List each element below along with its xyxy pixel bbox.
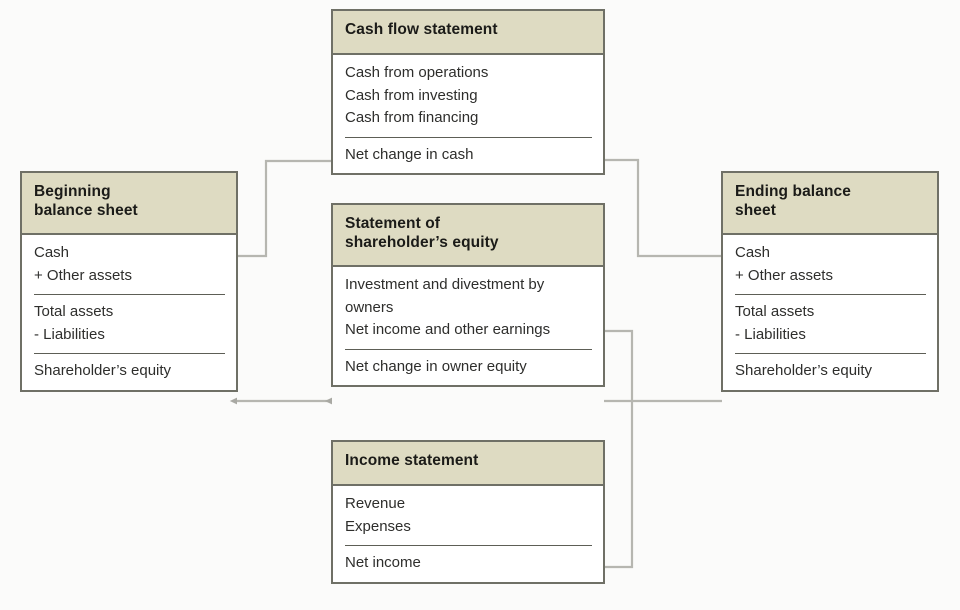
subtotal-divider [345, 545, 592, 546]
beginning-balance-sheet-box: Beginning balance sheet Cash + Other ass… [20, 171, 238, 392]
cash-flow-statement-box: Cash flow statement Cash from operations… [331, 9, 605, 175]
line-item-expenses: Expenses [345, 517, 411, 535]
line-item-other-assets: + Other assets [735, 266, 833, 284]
diagram-canvas: Cash flow statement Cash from operations… [0, 0, 960, 610]
income-statement-box: Income statement Revenue Expenses Net in… [331, 440, 605, 584]
ending-balance-sheet-box: Ending balance sheet Cash + Other assets… [721, 171, 939, 392]
total-net-change-in-owner-equity: Net change in owner equity [345, 357, 527, 375]
beginning-balance-sheet-title: Beginning balance sheet [22, 173, 236, 235]
shareholders-equity-statement-body: Investment and divestment by owners Net … [333, 267, 603, 385]
title-line-2: sheet [735, 202, 776, 219]
line-item-liabilities: - Liabilities [735, 325, 806, 343]
line-item-liabilities: - Liabilities [34, 325, 105, 343]
title-line-1: Statement of [345, 215, 441, 232]
ending-balance-sheet-body: Cash + Other assets Total assets - Liabi… [723, 235, 937, 390]
subtotal-divider [345, 136, 592, 138]
total-shareholders-equity: Shareholder’s equity [34, 362, 172, 379]
total-net-income: Net income [345, 554, 421, 571]
total-shareholders-equity: Shareholder’s equity [735, 362, 873, 379]
line-item-cash-from-investing: Cash from investing [345, 86, 478, 104]
income-statement-title: Income statement [333, 442, 603, 486]
assets-divider [34, 294, 225, 295]
shareholders-equity-statement-title: Statement of shareholder’s equity [333, 205, 603, 267]
title-line-1: Beginning [34, 183, 111, 200]
ending-balance-sheet-title: Ending balance sheet [723, 173, 937, 235]
equity-divider [735, 353, 926, 354]
cash-flow-statement-title: Cash flow statement [333, 11, 603, 55]
assets-divider [735, 294, 926, 295]
title-line-2: shareholder’s equity [345, 234, 499, 251]
line-item-cash-from-operations: Cash from operations [345, 64, 489, 81]
line-item-total-assets: Total assets [735, 303, 815, 320]
line-item-total-assets: Total assets [34, 303, 114, 320]
income-statement-body: Revenue Expenses Net income [333, 486, 603, 582]
line-item-cash: Cash [34, 244, 70, 261]
beginning-balance-sheet-body: Cash + Other assets Total assets - Liabi… [22, 235, 236, 390]
cash-flow-statement-body: Cash from operations Cash from investing… [333, 55, 603, 173]
line-item-cash-from-financing: Cash from financing [345, 109, 479, 126]
equity-divider [34, 353, 225, 354]
title-line-2: balance sheet [34, 202, 138, 219]
line-item-net-income-and-other-earnings: Net income and other earnings [345, 321, 551, 338]
subtotal-divider [345, 348, 592, 350]
line-item-cash: Cash [735, 244, 771, 261]
line-item-investment-divestment-by-owners: Investment and divestment by owners [345, 276, 545, 316]
line-item-revenue: Revenue [345, 495, 406, 512]
line-item-other-assets: + Other assets [34, 266, 132, 284]
title-line-1: Ending balance [735, 183, 851, 200]
total-net-change-in-cash: Net change in cash [345, 145, 474, 163]
shareholders-equity-statement-box: Statement of shareholder’s equity Invest… [331, 203, 605, 387]
